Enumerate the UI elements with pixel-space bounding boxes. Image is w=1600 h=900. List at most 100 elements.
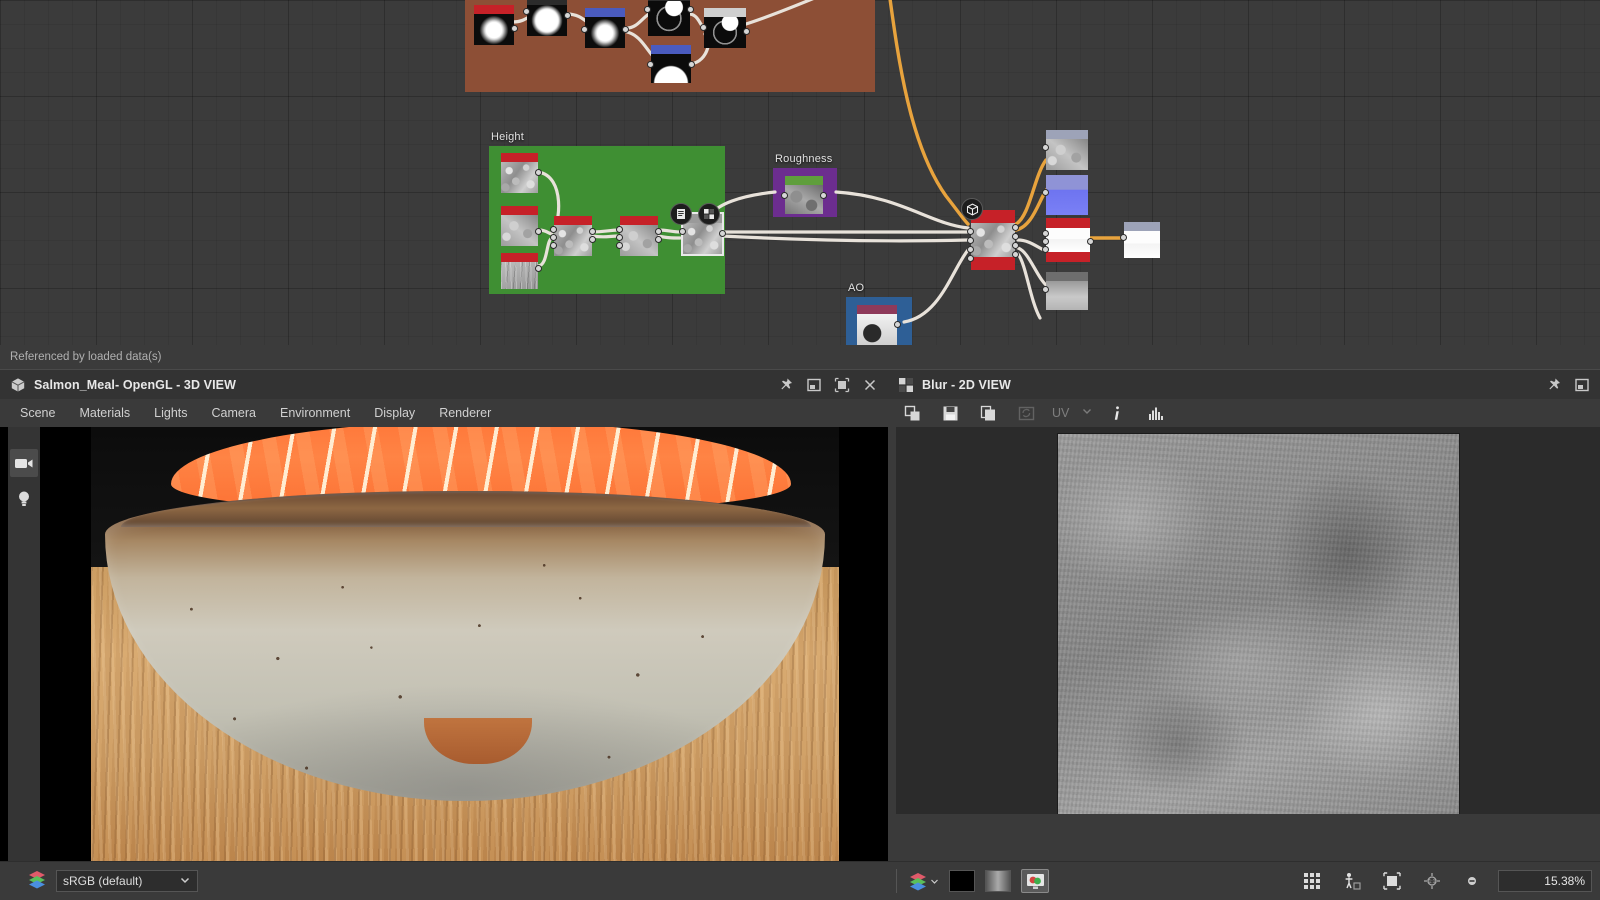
menu-renderer[interactable]: Renderer bbox=[427, 402, 503, 424]
node-input-port[interactable] bbox=[1042, 246, 1049, 253]
node-input-port[interactable] bbox=[647, 61, 654, 68]
fit-view-icon[interactable] bbox=[1378, 869, 1406, 893]
tiling-grid-icon[interactable] bbox=[1298, 869, 1326, 893]
node-output-port[interactable] bbox=[1012, 224, 1019, 231]
graph-node[interactable] bbox=[474, 5, 518, 45]
output-node-final[interactable] bbox=[1120, 222, 1160, 258]
node-input-port[interactable] bbox=[550, 226, 557, 233]
notes-badge-icon[interactable] bbox=[670, 203, 692, 225]
node-input-port[interactable] bbox=[781, 192, 788, 199]
graph-node[interactable] bbox=[550, 216, 596, 256]
output-node-height[interactable] bbox=[1042, 218, 1094, 262]
graph-node[interactable] bbox=[857, 305, 901, 345]
save-icon[interactable] bbox=[936, 401, 964, 425]
node-output-port[interactable] bbox=[743, 28, 750, 35]
node-output-port[interactable] bbox=[655, 228, 662, 235]
output-node-normal[interactable] bbox=[1042, 175, 1088, 215]
node-input-port[interactable] bbox=[1042, 230, 1049, 237]
view2d-viewport[interactable] bbox=[896, 427, 1600, 814]
copy-icon[interactable] bbox=[974, 401, 1002, 425]
uv-refresh-icon[interactable] bbox=[1012, 401, 1040, 425]
node-output-port[interactable] bbox=[535, 265, 542, 272]
node-output-port[interactable] bbox=[589, 228, 596, 235]
view3d-menubar[interactable]: Scene Materials Lights Camera Environmen… bbox=[0, 399, 888, 427]
node-input-port[interactable] bbox=[616, 242, 623, 249]
node-output-port[interactable] bbox=[1087, 238, 1094, 245]
display-preview-icon[interactable] bbox=[1021, 869, 1049, 893]
node-input-port[interactable] bbox=[1042, 286, 1049, 293]
node-output-port[interactable] bbox=[1012, 251, 1019, 258]
zoom-level-field[interactable]: 15.38% bbox=[1498, 870, 1592, 892]
node-output-port[interactable] bbox=[820, 192, 827, 199]
node-output-port[interactable] bbox=[511, 25, 518, 32]
node-output-port[interactable] bbox=[687, 6, 694, 13]
output-node-ao[interactable] bbox=[1042, 272, 1088, 310]
maximize-icon[interactable] bbox=[834, 377, 850, 393]
menu-lights[interactable]: Lights bbox=[142, 402, 199, 424]
reset-zoom-icon[interactable]: 1:1 bbox=[1418, 869, 1446, 893]
gray-gradient-swatch[interactable] bbox=[985, 870, 1011, 892]
graph-node[interactable] bbox=[781, 176, 827, 214]
node-input-port[interactable] bbox=[581, 26, 588, 33]
colorspace-layers-icon[interactable] bbox=[907, 871, 939, 891]
camera-icon[interactable] bbox=[10, 449, 38, 477]
node-input-port[interactable] bbox=[550, 234, 557, 241]
node-output-port[interactable] bbox=[589, 236, 596, 243]
graph-node[interactable] bbox=[616, 216, 662, 256]
node-output-port[interactable] bbox=[535, 169, 542, 176]
node-input-port[interactable] bbox=[1120, 234, 1127, 241]
node-output-port[interactable] bbox=[1012, 242, 1019, 249]
view3d-render[interactable] bbox=[91, 427, 839, 861]
node-output-port[interactable] bbox=[655, 236, 662, 243]
node-input-port[interactable] bbox=[1042, 189, 1049, 196]
menu-camera[interactable]: Camera bbox=[200, 402, 268, 424]
node-input-port[interactable] bbox=[616, 226, 623, 233]
menu-display[interactable]: Display bbox=[362, 402, 427, 424]
node-input-port[interactable] bbox=[1042, 238, 1049, 245]
node-input-port[interactable] bbox=[616, 234, 623, 241]
output-node-basecolor[interactable] bbox=[1042, 130, 1088, 170]
graph-node[interactable] bbox=[647, 45, 695, 83]
view2d-toolbar[interactable]: UV bbox=[888, 399, 1600, 427]
node-input-port[interactable] bbox=[967, 228, 974, 235]
chevron-down-icon[interactable] bbox=[1081, 404, 1093, 422]
dock-icon[interactable] bbox=[1574, 377, 1590, 393]
dock-icon[interactable] bbox=[806, 377, 822, 393]
node-output-port[interactable] bbox=[894, 321, 901, 328]
menu-environment[interactable]: Environment bbox=[268, 402, 362, 424]
menu-materials[interactable]: Materials bbox=[67, 402, 142, 424]
graph-node[interactable] bbox=[501, 253, 542, 289]
info-icon[interactable] bbox=[1103, 401, 1131, 425]
node-input-port[interactable] bbox=[679, 228, 686, 235]
graph-node-material[interactable] bbox=[967, 210, 1019, 270]
graph-node[interactable] bbox=[523, 0, 571, 36]
texture-preview[interactable] bbox=[1057, 433, 1460, 814]
light-bulb-icon[interactable] bbox=[10, 485, 38, 513]
node-input-port[interactable] bbox=[967, 255, 974, 262]
pin-icon[interactable] bbox=[1546, 377, 1562, 393]
new-view-icon[interactable] bbox=[898, 401, 926, 425]
node-output-port[interactable] bbox=[564, 12, 571, 19]
pin-icon[interactable] bbox=[778, 377, 794, 393]
node-input-port[interactable] bbox=[700, 24, 707, 31]
menu-scene[interactable]: Scene bbox=[8, 402, 67, 424]
graph-node[interactable] bbox=[501, 153, 542, 193]
graph-canvas[interactable]: Height Roughness AO bbox=[0, 0, 1600, 345]
node-output-port[interactable] bbox=[535, 228, 542, 235]
scale-reference-icon[interactable] bbox=[1338, 869, 1366, 893]
node-output-port[interactable] bbox=[622, 26, 629, 33]
graph-node[interactable] bbox=[501, 206, 542, 246]
node-input-port[interactable] bbox=[644, 6, 651, 13]
view-2d-badge-icon[interactable] bbox=[698, 203, 720, 225]
node-input-port[interactable] bbox=[967, 246, 974, 253]
histogram-icon[interactable] bbox=[1141, 401, 1169, 425]
node-input-port[interactable] bbox=[967, 237, 974, 244]
node-input-port[interactable] bbox=[550, 242, 557, 249]
close-icon[interactable] bbox=[862, 377, 878, 393]
graph-node[interactable] bbox=[700, 8, 750, 48]
node-input-port[interactable] bbox=[523, 8, 530, 15]
cube-3d-badge-icon[interactable] bbox=[961, 198, 983, 220]
graph-node[interactable] bbox=[581, 8, 629, 48]
node-output-port[interactable] bbox=[1012, 233, 1019, 240]
colorspace-layers-icon[interactable] bbox=[26, 869, 48, 894]
